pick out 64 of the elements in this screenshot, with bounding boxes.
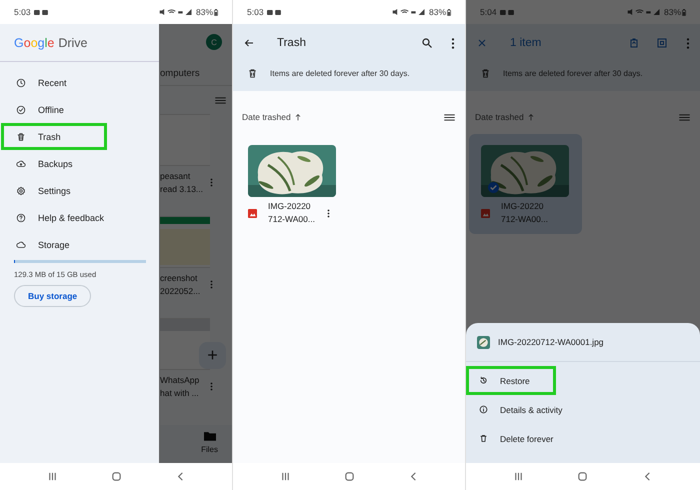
drawer-item[interactable]: Help & feedback (1, 204, 107, 231)
recent-apps-icon[interactable] (46, 471, 58, 482)
battery-level: 83% (428, 7, 446, 17)
battery-level: 83% (664, 7, 681, 17)
drawer-item[interactable]: Settings (1, 177, 107, 204)
history-icon (479, 376, 488, 385)
checkmark-icon (488, 182, 499, 193)
menu-item[interactable]: Details & activity (466, 395, 566, 424)
recent-apps-icon[interactable] (280, 471, 290, 482)
screen-title: 1 item (510, 37, 542, 49)
status-time: 5:04 (480, 7, 497, 17)
clock-icon (16, 78, 26, 88)
status-icons-drawing (626, 8, 661, 16)
drawer-item[interactable]: Storage (1, 231, 107, 258)
drawer-item[interactable]: Trash (1, 123, 107, 150)
battery-icon (214, 8, 218, 16)
drawer-item[interactable]: Recent (1, 69, 107, 96)
cloud-upload-icon (16, 158, 26, 168)
trash-notice: Items are deleted forever after 30 days. (270, 68, 410, 78)
settings-icon (16, 186, 26, 196)
search-icon[interactable] (421, 37, 433, 49)
google-logo: Google (14, 36, 54, 50)
battery-icon (682, 8, 686, 16)
file-name: IMG-20220 712-WA00... (268, 200, 315, 226)
status-icons-drawing (158, 8, 193, 16)
cloud-icon (16, 240, 26, 250)
folder-icon[interactable] (204, 431, 216, 441)
trash-icon (480, 68, 491, 78)
recent-apps-icon[interactable] (512, 471, 524, 482)
help-icon (16, 212, 26, 222)
battery-level: 83% (196, 7, 213, 17)
buy-storage-button[interactable]: Buy storage (14, 284, 92, 306)
status-time: 5:03 (247, 7, 264, 17)
menu-item[interactable]: Restore (466, 366, 556, 395)
trash-icon (479, 434, 488, 443)
file-name: IMG-20220712-WA0001.jpg (498, 337, 604, 347)
product-name: Drive (58, 36, 88, 50)
home-icon[interactable] (344, 471, 354, 482)
file-name: IMG-20220 712-WA00... (501, 200, 548, 226)
more-icon[interactable] (326, 208, 330, 218)
file-thumbnail[interactable] (160, 216, 210, 268)
home-icon[interactable] (110, 471, 122, 482)
trash-icon (16, 132, 26, 142)
file-card[interactable]: IMG-20220 712-WA00... (236, 134, 349, 234)
battery-icon (447, 8, 451, 16)
menu-item[interactable]: Delete forever (466, 424, 556, 453)
status-time: 5:03 (14, 7, 31, 17)
sort-label[interactable]: Date trashed (242, 112, 291, 122)
file-thumbnail[interactable] (160, 318, 210, 370)
info-icon (479, 405, 488, 414)
file-thumbnail[interactable] (160, 114, 210, 166)
image-file-icon (248, 208, 257, 218)
trash-notice: Items are deleted forever after 30 days. (503, 68, 643, 78)
back-arrow-icon[interactable] (243, 37, 255, 49)
arrow-up-icon[interactable] (294, 114, 301, 120)
image-file-icon (481, 208, 490, 218)
trash-icon (247, 68, 258, 78)
list-view-icon[interactable] (444, 114, 455, 120)
more-icon[interactable] (451, 38, 455, 48)
drawer-item[interactable]: Offline (1, 96, 107, 123)
drawer-item[interactable]: Backups (1, 150, 107, 177)
screen-title: Trash (277, 37, 306, 49)
home-icon[interactable] (577, 471, 588, 482)
status-icons-drawing (392, 8, 426, 16)
